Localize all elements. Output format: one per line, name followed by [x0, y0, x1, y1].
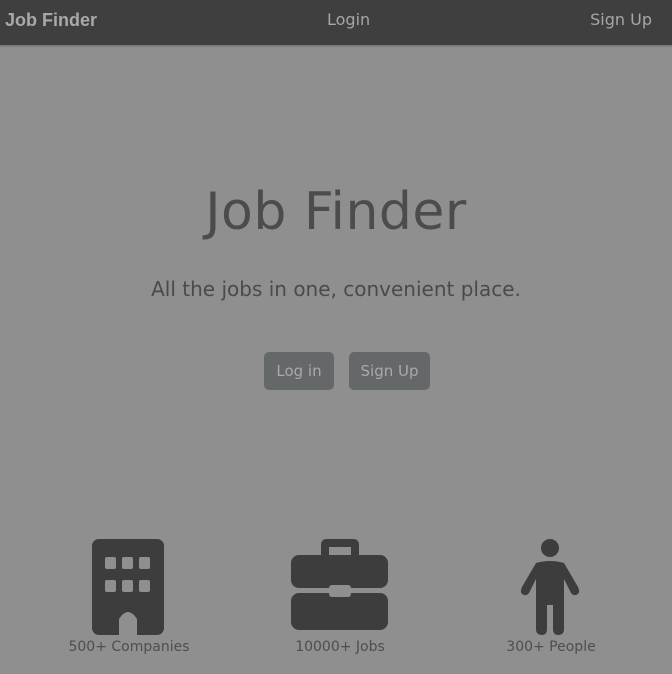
stat-companies: 500+ Companies: [29, 535, 229, 655]
hero-subtitle: All the jobs in one, convenient place.: [151, 277, 521, 301]
nav-login-link[interactable]: Login: [327, 10, 370, 29]
brand-link[interactable]: Job Finder: [5, 10, 97, 31]
stat-jobs: 10000+ Jobs: [240, 535, 440, 655]
stat-label-companies: 500+ Companies: [68, 639, 190, 655]
stat-people: 300+ People: [451, 535, 651, 655]
signup-button[interactable]: Sign Up: [349, 352, 430, 390]
briefcase-icon: [291, 539, 388, 630]
nav-signup-link[interactable]: Sign Up: [590, 10, 652, 29]
stat-label-people: 300+ People: [506, 639, 596, 655]
hero-title: Job Finder: [205, 182, 467, 242]
stat-label-jobs: 10000+ Jobs: [295, 639, 385, 655]
person-icon: [520, 539, 580, 635]
building-icon: [92, 539, 164, 635]
top-navbar: Job Finder Login Sign Up: [0, 0, 672, 45]
login-button[interactable]: Log in: [264, 352, 334, 390]
